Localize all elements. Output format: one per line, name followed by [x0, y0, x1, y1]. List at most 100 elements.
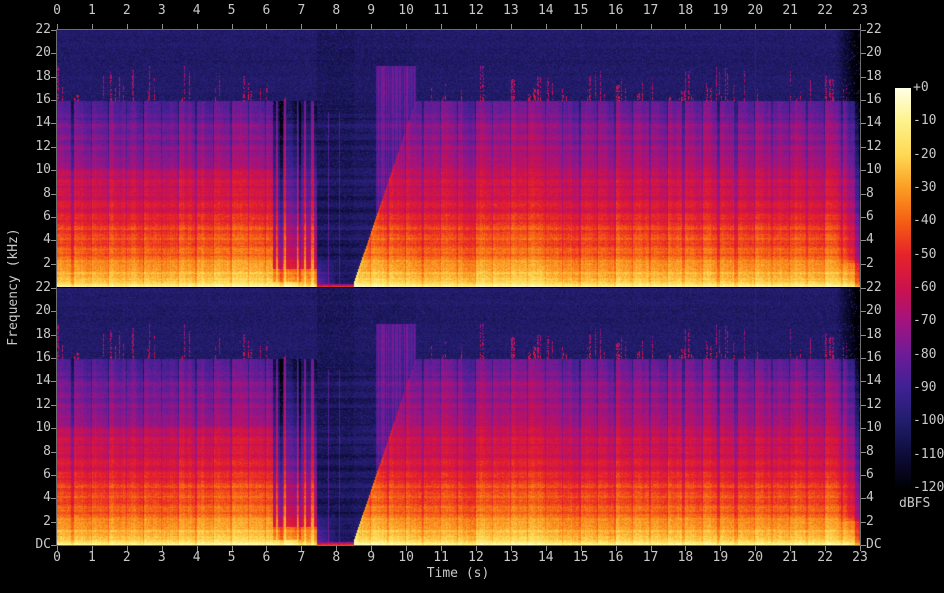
x-tick-mark-bottom	[162, 546, 163, 551]
freq-tick-label-right: 20	[866, 46, 882, 60]
freq-tick-label-right: 18	[866, 328, 882, 342]
freq-tick-mark-right	[861, 194, 866, 195]
x-axis-title: Time (s)	[427, 567, 490, 581]
spectrogram-channel-right-canvas	[57, 288, 860, 545]
x-tick-mark-top	[476, 24, 477, 29]
freq-tick-label-left: 22	[9, 281, 51, 295]
x-tick-label-top: 17	[643, 4, 659, 18]
freq-tick-label-left: 16	[9, 93, 51, 107]
freq-tick-label-left: 2	[9, 257, 51, 271]
freq-tick-mark-left	[51, 53, 56, 54]
freq-tick-label-left: 14	[9, 374, 51, 388]
freq-tick-mark-right	[861, 30, 866, 31]
x-tick-mark-bottom	[685, 546, 686, 551]
freq-tick-label-right: 2	[866, 515, 874, 529]
x-tick-label-bottom: 9	[367, 551, 375, 565]
x-tick-mark-bottom	[825, 546, 826, 551]
x-tick-label-top: 12	[468, 4, 484, 18]
x-tick-label-bottom: 19	[713, 551, 729, 565]
x-tick-mark-top	[266, 24, 267, 29]
x-tick-label-bottom: 17	[643, 551, 659, 565]
freq-tick-label-left: 16	[9, 351, 51, 365]
x-tick-label-bottom: 6	[263, 551, 271, 565]
x-tick-label-bottom: 18	[678, 551, 694, 565]
colorbar-tick-label: -10	[913, 114, 936, 128]
freq-tick-label-left: 10	[9, 163, 51, 177]
x-tick-label-bottom: 10	[398, 551, 414, 565]
x-tick-mark-bottom	[511, 546, 512, 551]
freq-tick-label-right: 6	[866, 468, 874, 482]
freq-tick-mark-left	[51, 381, 56, 382]
x-tick-label-bottom: 11	[433, 551, 449, 565]
x-tick-mark-bottom	[755, 546, 756, 551]
x-tick-label-top: 8	[332, 4, 340, 18]
freq-tick-mark-right	[861, 545, 866, 546]
freq-tick-mark-right	[861, 147, 866, 148]
freq-tick-label-right: 4	[866, 233, 874, 247]
x-tick-mark-bottom	[232, 546, 233, 551]
freq-tick-mark-right	[861, 100, 866, 101]
x-tick-mark-bottom	[197, 546, 198, 551]
x-tick-mark-top	[616, 24, 617, 29]
freq-tick-label-left: 18	[9, 70, 51, 84]
x-tick-mark-top	[511, 24, 512, 29]
x-tick-mark-top	[162, 24, 163, 29]
freq-tick-mark-left	[51, 311, 56, 312]
freq-tick-label-left: 10	[9, 421, 51, 435]
x-tick-label-bottom: 2	[123, 551, 131, 565]
freq-tick-label-right: 10	[866, 163, 882, 177]
x-tick-mark-bottom	[546, 546, 547, 551]
x-tick-label-top: 14	[538, 4, 554, 18]
x-tick-label-top: 19	[713, 4, 729, 18]
colorbar-tick-label: -50	[913, 248, 936, 262]
freq-tick-label-left: 22	[9, 23, 51, 37]
freq-tick-mark-left	[51, 77, 56, 78]
freq-tick-label-left: 6	[9, 210, 51, 224]
x-tick-mark-bottom	[336, 546, 337, 551]
x-tick-label-top: 16	[608, 4, 624, 18]
x-tick-mark-bottom	[127, 546, 128, 551]
freq-tick-label-left: 12	[9, 398, 51, 412]
colorbar-tick-label: +0	[913, 81, 929, 95]
freq-tick-mark-right	[861, 311, 866, 312]
x-tick-mark-top	[301, 24, 302, 29]
freq-tick-mark-right	[861, 170, 866, 171]
freq-tick-mark-left	[51, 217, 56, 218]
x-tick-mark-top	[685, 24, 686, 29]
freq-tick-mark-right	[861, 53, 866, 54]
x-tick-label-bottom: 21	[782, 551, 798, 565]
freq-tick-label-left: 4	[9, 233, 51, 247]
x-tick-mark-bottom	[266, 546, 267, 551]
x-tick-label-top: 0	[53, 4, 61, 18]
colorbar	[895, 88, 911, 488]
freq-tick-mark-left	[51, 264, 56, 265]
x-tick-mark-top	[651, 24, 652, 29]
x-tick-label-bottom: 3	[158, 551, 166, 565]
freq-tick-mark-right	[861, 498, 866, 499]
x-tick-label-top: 6	[263, 4, 271, 18]
x-tick-mark-top	[755, 24, 756, 29]
freq-tick-mark-right	[861, 428, 866, 429]
x-tick-mark-top	[336, 24, 337, 29]
x-tick-label-top: 3	[158, 4, 166, 18]
x-tick-label-bottom: 7	[297, 551, 305, 565]
freq-tick-mark-left	[51, 100, 56, 101]
freq-tick-mark-left	[51, 147, 56, 148]
freq-tick-label-left: 14	[9, 116, 51, 130]
freq-tick-mark-left	[51, 170, 56, 171]
freq-tick-label-left: 12	[9, 140, 51, 154]
freq-tick-label-right: 12	[866, 140, 882, 154]
freq-tick-mark-left	[51, 545, 56, 546]
x-tick-mark-top	[790, 24, 791, 29]
x-tick-mark-top	[825, 24, 826, 29]
freq-tick-label-right: 2	[866, 257, 874, 271]
x-tick-label-top: 15	[573, 4, 589, 18]
x-tick-label-top: 23	[852, 4, 868, 18]
freq-tick-mark-left	[51, 123, 56, 124]
freq-tick-label-left: 2	[9, 515, 51, 529]
plot-frame	[56, 29, 861, 546]
x-tick-label-top: 1	[88, 4, 96, 18]
colorbar-unit-label: dBFS	[899, 497, 930, 511]
x-tick-label-top: 18	[678, 4, 694, 18]
x-tick-label-top: 21	[782, 4, 798, 18]
